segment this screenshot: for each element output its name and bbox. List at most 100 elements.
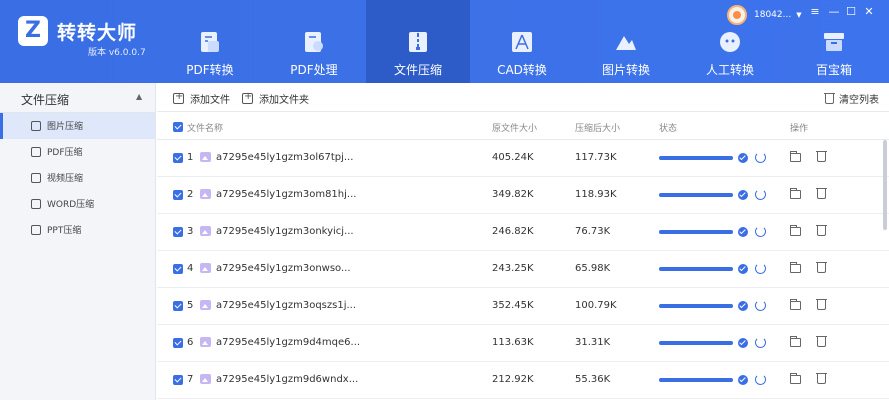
refresh-icon[interactable] [755, 374, 766, 385]
row-checkbox[interactable] [173, 190, 183, 200]
tab-pdf-convert[interactable]: PDF转换 [158, 0, 262, 83]
table-row: 7 a7295e45ly1gzm9d6wndx... 212.92K 55.36… [157, 362, 889, 399]
check-circle-icon [738, 264, 748, 274]
file-list: 1 a7295e45ly1gzm3ol67tpj... 405.24K 117.… [157, 140, 889, 399]
trash-icon[interactable] [816, 262, 827, 273]
minimize-icon[interactable]: — [827, 5, 841, 18]
check-circle-icon [738, 190, 748, 200]
col-comp-size: 压缩后大小 [575, 124, 621, 134]
menu-icon[interactable]: ≡ [808, 5, 822, 18]
sidebar-header[interactable]: 文件压缩 ▲ [0, 83, 155, 113]
tab-label: 百宝箱 [815, 63, 852, 77]
row-checkbox[interactable] [173, 227, 183, 237]
row-index: 2 [187, 189, 194, 200]
progress-fill [659, 341, 733, 345]
tab-pdf-process[interactable]: PDF处理 [262, 0, 366, 83]
progress-fill [659, 267, 733, 271]
progress-bar [659, 156, 733, 160]
manual-convert-icon [720, 32, 740, 52]
progress-bar [659, 193, 733, 197]
table-row: 3 a7295e45ly1gzm3onkyicj... 246.82K 76.7… [157, 214, 889, 251]
sidebar-header-label: 文件压缩 [21, 93, 70, 107]
row-index: 3 [187, 226, 194, 237]
file-name: a7295e45ly1gzm9d6wndx... [216, 374, 359, 385]
select-all-checkbox[interactable] [173, 122, 183, 132]
trash-icon[interactable] [816, 299, 827, 310]
trash-icon[interactable] [816, 188, 827, 199]
clear-list-button[interactable]: 清空列表 [824, 91, 879, 106]
row-checkbox[interactable] [173, 375, 183, 385]
file-name: a7295e45ly1gzm3om81hj... [216, 189, 357, 200]
folder-icon[interactable] [790, 151, 801, 162]
refresh-icon[interactable] [755, 337, 766, 348]
folder-icon[interactable] [790, 188, 801, 199]
folder-icon[interactable] [790, 262, 801, 273]
pdf-process-icon [305, 32, 323, 52]
trash-icon[interactable] [816, 151, 827, 162]
ppt-icon [31, 225, 41, 235]
app-name: 转转大师 [57, 22, 138, 44]
file-name: a7295e45ly1gzm3onkyicj... [216, 226, 354, 237]
refresh-icon[interactable] [755, 189, 766, 200]
trash-icon[interactable] [816, 225, 827, 236]
progress-fill [659, 378, 733, 382]
refresh-icon[interactable] [755, 226, 766, 237]
add-file-button[interactable]: 添加文件 [173, 91, 230, 106]
sidebar-item-video-compress[interactable]: 视频压缩 [0, 165, 155, 191]
col-orig-size: 原文件大小 [492, 124, 538, 134]
refresh-icon[interactable] [755, 152, 766, 163]
refresh-icon[interactable] [755, 300, 766, 311]
toolbar: 添加文件 添加文件夹 清空列表 [157, 83, 889, 112]
table-header: 文件名称 原文件大小 压缩后大小 状态 操作 [157, 113, 889, 140]
compressed-size: 31.31K [575, 337, 611, 348]
row-checkbox[interactable] [173, 153, 183, 163]
tab-label: 人工转换 [705, 63, 754, 77]
folder-icon[interactable] [790, 225, 801, 236]
scrollbar[interactable] [883, 140, 887, 230]
row-index: 7 [187, 374, 194, 385]
row-index: 1 [187, 152, 194, 163]
add-folder-label: 添加文件夹 [259, 95, 309, 106]
tab-label: PDF处理 [290, 63, 338, 77]
add-folder-button[interactable]: 添加文件夹 [242, 91, 309, 106]
close-icon[interactable]: ✕ [862, 5, 876, 18]
row-checkbox[interactable] [173, 338, 183, 348]
refresh-icon[interactable] [755, 263, 766, 274]
folder-icon[interactable] [790, 336, 801, 347]
sidebar-item-pdf-compress[interactable]: PDF压缩 [0, 139, 155, 165]
progress-bar [659, 230, 733, 234]
chevron-down-icon: ▼ [796, 11, 802, 19]
compressed-size: 55.36K [575, 374, 611, 385]
col-status: 状态 [659, 124, 678, 134]
sidebar: 文件压缩 ▲ 图片压缩 PDF压缩 视频压缩 WORD压缩 PPT压缩 [0, 83, 156, 400]
user-account[interactable]: 18042... ▼ [727, 5, 802, 25]
sidebar-item-image-compress[interactable]: 图片压缩 [0, 113, 155, 139]
sidebar-item-label: 视频压缩 [47, 174, 84, 184]
original-size: 405.24K [492, 152, 534, 163]
tab-cad-convert[interactable]: CAD转换 [470, 0, 574, 83]
tab-image-convert[interactable]: 图片转换 [574, 0, 678, 83]
trash-icon[interactable] [816, 373, 827, 384]
row-checkbox[interactable] [173, 301, 183, 311]
progress-bar [659, 304, 733, 308]
progress-bar [659, 378, 733, 382]
tab-label: CAD转换 [497, 63, 547, 77]
progress-fill [659, 230, 733, 234]
folder-icon[interactable] [790, 299, 801, 310]
word-icon [31, 199, 41, 209]
trash-icon[interactable] [816, 336, 827, 347]
original-size: 243.25K [492, 263, 534, 274]
tab-file-compress[interactable]: 文件压缩 [366, 0, 470, 83]
row-checkbox[interactable] [173, 264, 183, 274]
sidebar-item-ppt-compress[interactable]: PPT压缩 [0, 217, 155, 243]
compressed-size: 65.98K [575, 263, 611, 274]
app-version: 版本 v6.0.0.7 [88, 48, 146, 58]
table-row: 1 a7295e45ly1gzm3ol67tpj... 405.24K 117.… [157, 140, 889, 177]
row-index: 6 [187, 337, 194, 348]
col-actions: 操作 [790, 124, 809, 134]
image-file-icon [200, 189, 211, 199]
maximize-icon[interactable]: ☐ [844, 5, 858, 18]
sidebar-item-word-compress[interactable]: WORD压缩 [0, 191, 155, 217]
avatar [727, 5, 747, 25]
folder-icon[interactable] [790, 373, 801, 384]
